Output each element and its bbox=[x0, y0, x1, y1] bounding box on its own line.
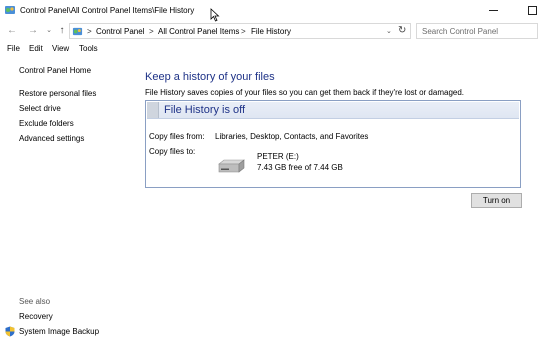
up-arrow-icon[interactable]: ↑ bbox=[56, 25, 68, 37]
address-field[interactable]: > Control Panel > All Control Panel Item… bbox=[69, 23, 411, 39]
turn-on-button[interactable]: Turn on bbox=[471, 193, 522, 208]
sidebar-item-exclude-folders[interactable]: Exclude folders bbox=[19, 119, 74, 128]
minimize-button[interactable] bbox=[486, 3, 502, 17]
control-panel-icon bbox=[5, 6, 15, 14]
sidebar-item-advanced-settings[interactable]: Advanced settings bbox=[19, 134, 84, 143]
see-also-recovery-link[interactable]: Recovery bbox=[19, 312, 53, 321]
status-title: File History is off bbox=[164, 104, 246, 116]
see-also-system-image-backup-link[interactable]: System Image Backup bbox=[19, 327, 99, 336]
breadcrumb-separator: > bbox=[149, 27, 154, 36]
recent-locations-chevron-icon[interactable]: ⌄ bbox=[43, 25, 55, 37]
refresh-icon[interactable]: ↻ bbox=[398, 25, 406, 36]
address-dropdown-chevron-icon[interactable]: ⌄ bbox=[386, 27, 392, 35]
drive-free-space: 7.43 GB free of 7.44 GB bbox=[257, 163, 343, 172]
menu-view[interactable]: View bbox=[52, 44, 69, 53]
main-content: Keep a history of your files File Histor… bbox=[145, 56, 540, 351]
window-title: Control Panel\All Control Panel Items\Fi… bbox=[20, 6, 195, 15]
navigation-bar: ← → ⌄ ↑ > Control Panel > All Control Pa… bbox=[0, 22, 540, 40]
copy-from-label: Copy files from: bbox=[149, 132, 205, 141]
sidebar-item-restore-personal-files[interactable]: Restore personal files bbox=[19, 89, 96, 98]
menu-tools[interactable]: Tools bbox=[79, 44, 98, 53]
breadcrumb-separator: > bbox=[241, 27, 246, 36]
page-title: Keep a history of your files bbox=[145, 71, 275, 83]
status-marker bbox=[147, 102, 159, 118]
menu-file[interactable]: File bbox=[7, 44, 20, 53]
breadcrumb-all-items[interactable]: All Control Panel Items bbox=[158, 27, 239, 36]
drive-icon bbox=[218, 159, 245, 173]
search-input[interactable]: Search Control Panel bbox=[416, 23, 538, 39]
sidebar: Control Panel Home Restore personal file… bbox=[0, 56, 135, 351]
sidebar-home-link[interactable]: Control Panel Home bbox=[19, 66, 91, 75]
see-also-label: See also bbox=[19, 297, 51, 306]
page-description: File History saves copies of your files … bbox=[145, 88, 465, 97]
breadcrumb-separator: > bbox=[87, 27, 92, 36]
status-header: File History is off bbox=[147, 102, 519, 119]
breadcrumb-file-history[interactable]: File History bbox=[251, 27, 291, 36]
title-bar: Control Panel\All Control Panel Items\Fi… bbox=[0, 0, 540, 22]
copy-to-label: Copy files to: bbox=[149, 147, 196, 156]
mouse-cursor-icon bbox=[210, 8, 220, 22]
drive-name: PETER (E:) bbox=[257, 152, 299, 161]
forward-arrow-icon[interactable]: → bbox=[27, 25, 39, 37]
sidebar-item-select-drive[interactable]: Select drive bbox=[19, 104, 61, 113]
file-history-status-panel: File History is off Copy files from: Lib… bbox=[145, 100, 521, 188]
shield-icon bbox=[5, 326, 15, 337]
control-panel-icon bbox=[72, 27, 83, 36]
breadcrumb-control-panel[interactable]: Control Panel bbox=[96, 27, 144, 36]
back-arrow-icon[interactable]: ← bbox=[6, 25, 18, 37]
maximize-button[interactable] bbox=[524, 3, 540, 17]
search-placeholder: Search Control Panel bbox=[422, 27, 499, 36]
menu-edit[interactable]: Edit bbox=[29, 44, 43, 53]
copy-from-value: Libraries, Desktop, Contacts, and Favori… bbox=[215, 132, 369, 141]
menu-bar: File Edit View Tools bbox=[0, 42, 540, 56]
